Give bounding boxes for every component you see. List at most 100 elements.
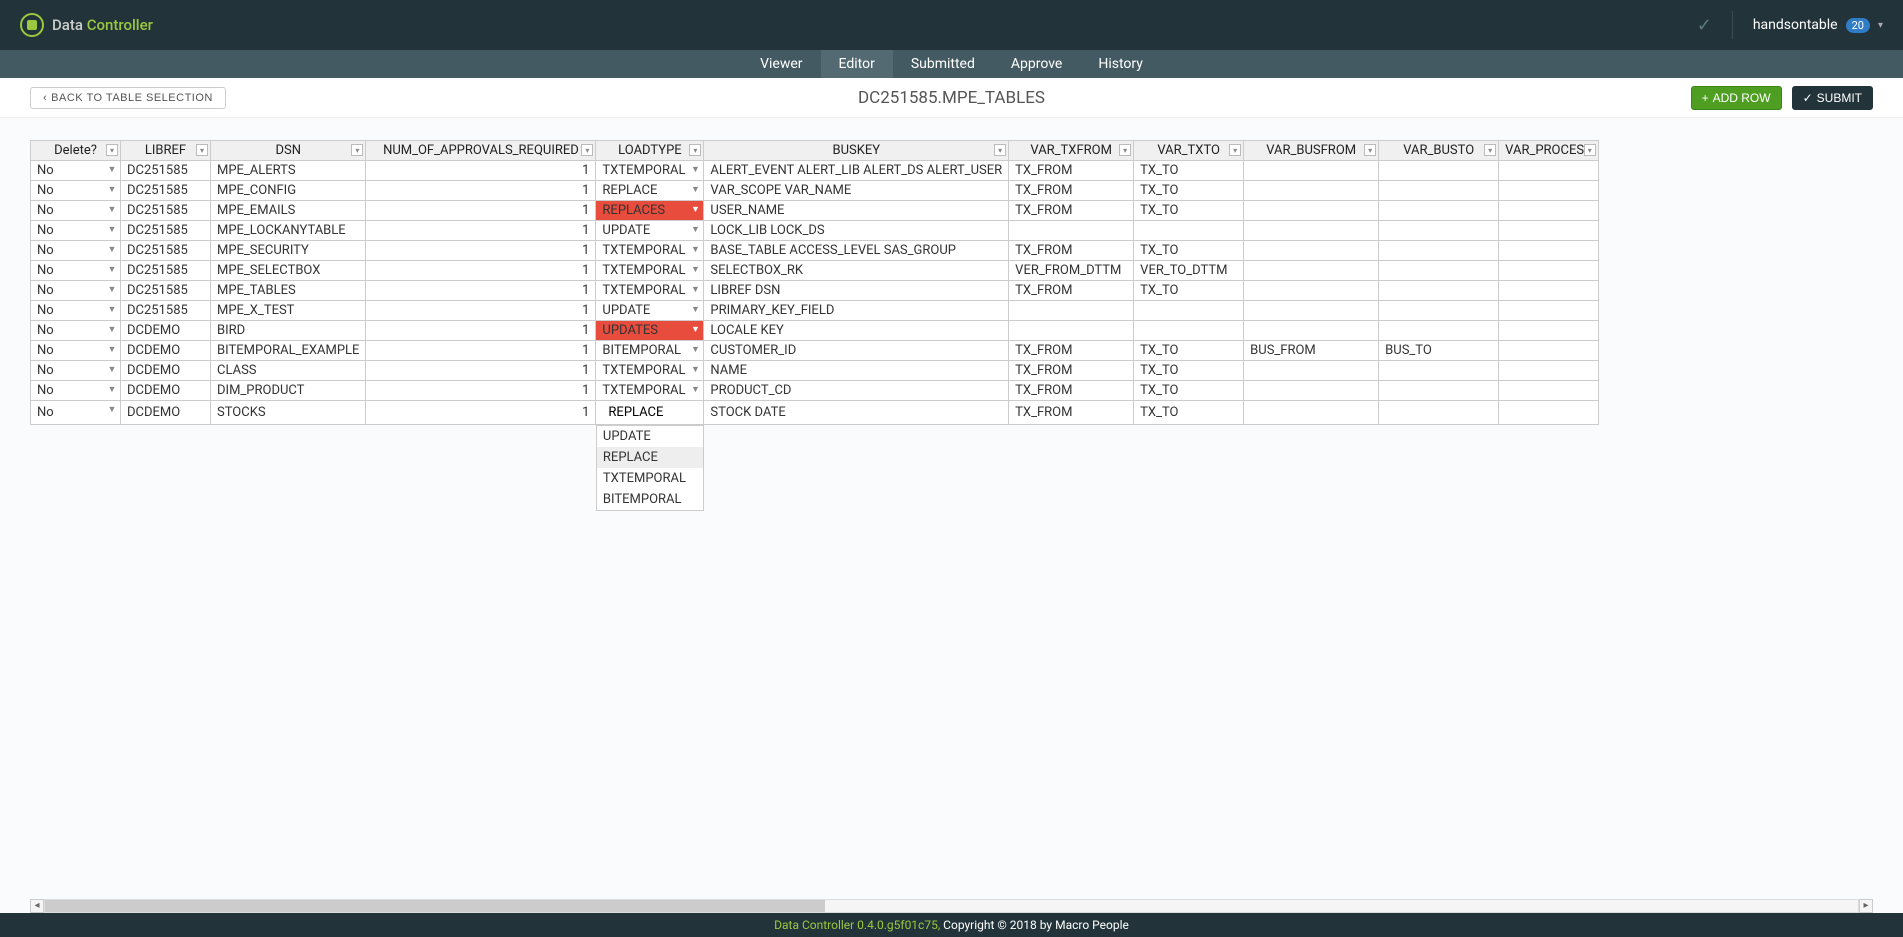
cell-buskey[interactable]: PRIMARY_KEY_FIELD	[704, 301, 1009, 321]
loadtype-input[interactable]	[602, 403, 697, 422]
cell-dsn[interactable]: MPE_SECURITY	[211, 241, 366, 261]
cell-num-approvals[interactable]: 1	[366, 281, 596, 301]
dropdown-option[interactable]: UPDATE	[597, 426, 703, 447]
status-check-icon[interactable]: ✓	[1697, 15, 1712, 36]
cell-buskey[interactable]: NAME	[704, 361, 1009, 381]
column-header[interactable]: NUM_OF_APPROVALS_REQUIRED▾	[366, 141, 596, 161]
filter-icon[interactable]: ▾	[689, 144, 701, 156]
cell-buskey[interactable]: PRODUCT_CD	[704, 381, 1009, 401]
cell-buskey[interactable]: LIBREF DSN	[704, 281, 1009, 301]
cell-busfrom[interactable]	[1244, 201, 1379, 221]
cell-txfrom[interactable]: TX_FROM	[1009, 401, 1134, 425]
cell-delete[interactable]: No▼	[31, 401, 121, 425]
cell-buskey[interactable]: BASE_TABLE ACCESS_LEVEL SAS_GROUP	[704, 241, 1009, 261]
cell-libref[interactable]: DCDEMO	[121, 381, 211, 401]
chevron-down-icon[interactable]: ▼	[689, 244, 701, 256]
cell-loadtype[interactable]: BITEMPORAL▼	[596, 341, 704, 361]
cell-libref[interactable]: DCDEMO	[121, 341, 211, 361]
cell-busfrom[interactable]	[1244, 161, 1379, 181]
cell-txto[interactable]: TX_TO	[1134, 361, 1244, 381]
cell-txfrom[interactable]: TX_FROM	[1009, 281, 1134, 301]
cell-txto[interactable]: TX_TO	[1134, 281, 1244, 301]
cell-loadtype-editing[interactable]	[596, 401, 704, 425]
cell-busto[interactable]	[1379, 281, 1499, 301]
cell-libref[interactable]: DCDEMO	[121, 361, 211, 381]
cell-num-approvals[interactable]: 1	[366, 341, 596, 361]
cell-num-approvals[interactable]: 1	[366, 161, 596, 181]
cell-busto[interactable]	[1379, 301, 1499, 321]
filter-icon[interactable]: ▾	[1584, 144, 1596, 156]
cell-dsn[interactable]: CLASS	[211, 361, 366, 381]
dropdown-option[interactable]: REPLACE	[597, 447, 703, 468]
cell-varprocess[interactable]	[1499, 281, 1599, 301]
dropdown-option[interactable]: TXTEMPORAL	[597, 468, 703, 489]
cell-busto[interactable]	[1379, 401, 1499, 425]
cell-txfrom[interactable]: TX_FROM	[1009, 381, 1134, 401]
cell-num-approvals[interactable]: 1	[366, 301, 596, 321]
cell-varprocess[interactable]	[1499, 201, 1599, 221]
filter-icon[interactable]: ▾	[994, 144, 1006, 156]
cell-num-approvals[interactable]: 1	[366, 381, 596, 401]
cell-busto[interactable]: BUS_TO	[1379, 341, 1499, 361]
cell-txto[interactable]: TX_TO	[1134, 181, 1244, 201]
cell-txfrom[interactable]: TX_FROM	[1009, 361, 1134, 381]
cell-busto[interactable]	[1379, 361, 1499, 381]
nav-editor[interactable]: Editor	[821, 50, 893, 78]
cell-loadtype[interactable]: REPLACES▼	[596, 201, 704, 221]
cell-varprocess[interactable]	[1499, 321, 1599, 341]
cell-delete[interactable]: No▼	[31, 181, 121, 201]
cell-varprocess[interactable]	[1499, 241, 1599, 261]
chevron-down-icon[interactable]: ▼	[106, 244, 118, 256]
filter-icon[interactable]: ▾	[196, 144, 208, 156]
cell-txto[interactable]: TX_TO	[1134, 341, 1244, 361]
cell-busfrom[interactable]	[1244, 241, 1379, 261]
filter-icon[interactable]: ▾	[351, 144, 363, 156]
cell-busfrom[interactable]	[1244, 401, 1379, 425]
user-menu[interactable]: handsontable 20 ▾	[1753, 17, 1883, 33]
chevron-down-icon[interactable]: ▼	[106, 344, 118, 356]
cell-txfrom[interactable]: TX_FROM	[1009, 341, 1134, 361]
cell-delete[interactable]: No▼	[31, 321, 121, 341]
scroll-right-icon[interactable]: ▸	[1859, 899, 1873, 913]
chevron-down-icon[interactable]: ▼	[689, 224, 701, 236]
cell-libref[interactable]: DC251585	[121, 241, 211, 261]
cell-num-approvals[interactable]: 1	[366, 201, 596, 221]
nav-approve[interactable]: Approve	[993, 50, 1080, 78]
filter-icon[interactable]: ▾	[1484, 144, 1496, 156]
cell-txto[interactable]: TX_TO	[1134, 201, 1244, 221]
cell-busfrom[interactable]	[1244, 301, 1379, 321]
cell-dsn[interactable]: BITEMPORAL_EXAMPLE	[211, 341, 366, 361]
cell-dsn[interactable]: MPE_CONFIG	[211, 181, 366, 201]
cell-txto[interactable]: TX_TO	[1134, 161, 1244, 181]
cell-txto[interactable]: VER_TO_DTTM	[1134, 261, 1244, 281]
scroll-thumb[interactable]	[45, 900, 825, 912]
cell-buskey[interactable]: LOCALE KEY	[704, 321, 1009, 341]
cell-busto[interactable]	[1379, 321, 1499, 341]
chevron-down-icon[interactable]: ▼	[106, 304, 118, 316]
column-header[interactable]: DSN▾	[211, 141, 366, 161]
cell-busto[interactable]	[1379, 201, 1499, 221]
cell-busfrom[interactable]: BUS_FROM	[1244, 341, 1379, 361]
cell-busfrom[interactable]	[1244, 321, 1379, 341]
cell-busfrom[interactable]	[1244, 281, 1379, 301]
cell-txto[interactable]: TX_TO	[1134, 241, 1244, 261]
cell-busto[interactable]	[1379, 381, 1499, 401]
cell-delete[interactable]: No▼	[31, 161, 121, 181]
cell-dsn[interactable]: MPE_TABLES	[211, 281, 366, 301]
cell-dsn[interactable]: BIRD	[211, 321, 366, 341]
cell-loadtype[interactable]: UPDATES▼	[596, 321, 704, 341]
cell-delete[interactable]: No▼	[31, 241, 121, 261]
chevron-down-icon[interactable]: ▼	[106, 384, 118, 396]
cell-txfrom[interactable]	[1009, 221, 1134, 241]
cell-num-approvals[interactable]: 1	[366, 261, 596, 281]
cell-varprocess[interactable]	[1499, 161, 1599, 181]
submit-button[interactable]: ✓ SUBMIT	[1792, 86, 1873, 110]
horizontal-scrollbar[interactable]: ◂ ▸	[30, 899, 1873, 913]
chevron-down-icon[interactable]: ▼	[106, 224, 118, 236]
column-header[interactable]: LIBREF▾	[121, 141, 211, 161]
cell-loadtype[interactable]: TXTEMPORAL▼	[596, 361, 704, 381]
cell-loadtype[interactable]: UPDATE▼	[596, 221, 704, 241]
chevron-down-icon[interactable]: ▼	[689, 164, 701, 176]
cell-txto[interactable]	[1134, 221, 1244, 241]
cell-loadtype[interactable]: UPDATE▼	[596, 301, 704, 321]
